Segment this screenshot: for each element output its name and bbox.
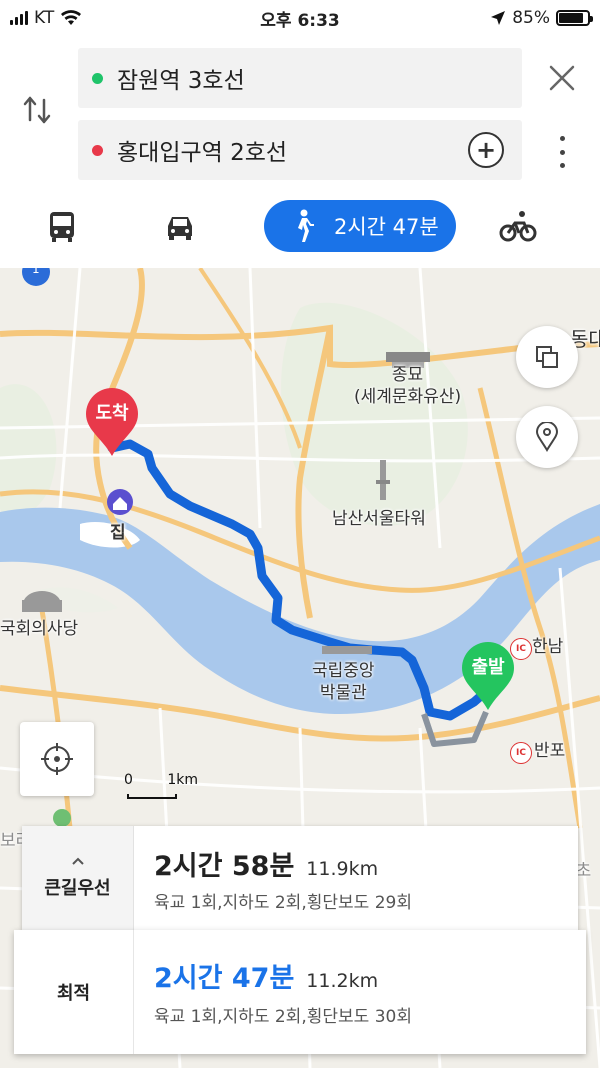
- carrier-label: KT: [34, 8, 55, 28]
- option-1-distance: 11.2km: [306, 970, 379, 992]
- place-button[interactable]: [516, 406, 578, 468]
- status-left: KT: [10, 8, 82, 28]
- assembly-label: 국회의사당: [0, 619, 79, 639]
- layers-icon: [536, 346, 558, 368]
- hannam-label: 한남: [532, 637, 564, 657]
- option-0-label: 큰길우선: [44, 878, 111, 899]
- route-option-optimal[interactable]: 최적 2시간 47분 11.2km 육교 1회,지하도 2회,횡단보도 30회: [14, 930, 586, 1054]
- layers-button[interactable]: [516, 326, 578, 388]
- home-label: 집: [110, 523, 126, 543]
- option-1-duration: 2시간 47분: [154, 963, 295, 994]
- origin-pin-label: 출발: [471, 657, 505, 678]
- namsan-label: 남산서울타워: [332, 509, 426, 529]
- banpo-label: 반포: [534, 741, 566, 761]
- origin-field[interactable]: 잠원역 3호선: [78, 48, 522, 108]
- close-icon[interactable]: [544, 60, 580, 96]
- current-location-button[interactable]: [20, 722, 94, 796]
- option-0-details: 육교 1회,지하도 2회,횡단보도 29회: [154, 893, 412, 913]
- option-label-main-road: 큰길우선: [22, 826, 134, 930]
- origin-dot: [92, 72, 103, 84]
- walk-icon: [298, 209, 314, 242]
- origin-text: 잠원역 3호선: [117, 68, 245, 94]
- origin-pin[interactable]: 출발: [458, 640, 518, 710]
- museum-marker: [322, 646, 372, 654]
- destination-dot: [92, 144, 103, 156]
- museum-label: 국립중앙 박물관: [312, 661, 375, 704]
- swap-icon[interactable]: [18, 90, 58, 130]
- walk-time: 2시간 47분: [334, 215, 439, 239]
- more-options-icon[interactable]: [552, 132, 572, 172]
- signal-icon: [10, 11, 28, 25]
- destination-text: 홍대입구역 2호선: [117, 140, 288, 166]
- destination-pin[interactable]: 도착: [82, 386, 142, 456]
- bus-icon[interactable]: [42, 206, 82, 246]
- option-1-summary: 2시간 47분 11.2km: [154, 956, 378, 995]
- route-header: 잠원역 3호선 홍대입구역 2호선 + 2시간 47분: [0, 36, 600, 268]
- scale-zero: 0: [124, 772, 133, 788]
- option-1-label: 최적: [14, 930, 134, 1054]
- map-pin-icon: [535, 422, 559, 452]
- chevron-up-icon[interactable]: [71, 856, 85, 866]
- route-option-main-road[interactable]: 큰길우선 2시간 58분 11.9km 육교 1회,지하도 2회,횡단보도 29…: [22, 826, 578, 930]
- battery-icon: [556, 10, 593, 26]
- car-icon[interactable]: [160, 206, 200, 246]
- location-arrow-icon: [491, 11, 506, 25]
- home-marker: [107, 489, 133, 515]
- add-waypoint-button[interactable]: +: [468, 132, 504, 168]
- destination-pin-label: 도착: [95, 403, 129, 424]
- jongmyo-label: 종묘 (세계문화유산): [354, 365, 462, 408]
- option-0-distance: 11.9km: [306, 858, 379, 880]
- option-1-details: 육교 1회,지하도 2회,횡단보도 30회: [154, 1007, 412, 1027]
- option-0-duration: 2시간 58분: [154, 851, 295, 882]
- status-bar: KT 오후 6:33 85%: [0, 0, 600, 36]
- map-badge: 1: [32, 268, 40, 276]
- ic-marker-banpo: IC: [510, 742, 532, 764]
- scale-unit: 1km: [167, 772, 199, 788]
- bike-icon[interactable]: [498, 206, 538, 246]
- walk-mode-button[interactable]: 2시간 47분: [264, 200, 456, 252]
- transport-modes: 2시간 47분: [0, 198, 600, 254]
- destination-field[interactable]: 홍대입구역 2호선 +: [78, 120, 522, 180]
- battery-percent: 85%: [512, 8, 550, 28]
- map-scale: 0 1km: [124, 772, 198, 788]
- crosshair-icon: [41, 743, 73, 775]
- option-0-summary: 2시간 58분 11.9km: [154, 844, 378, 883]
- status-right: 85%: [490, 8, 593, 28]
- wifi-icon: [61, 10, 82, 25]
